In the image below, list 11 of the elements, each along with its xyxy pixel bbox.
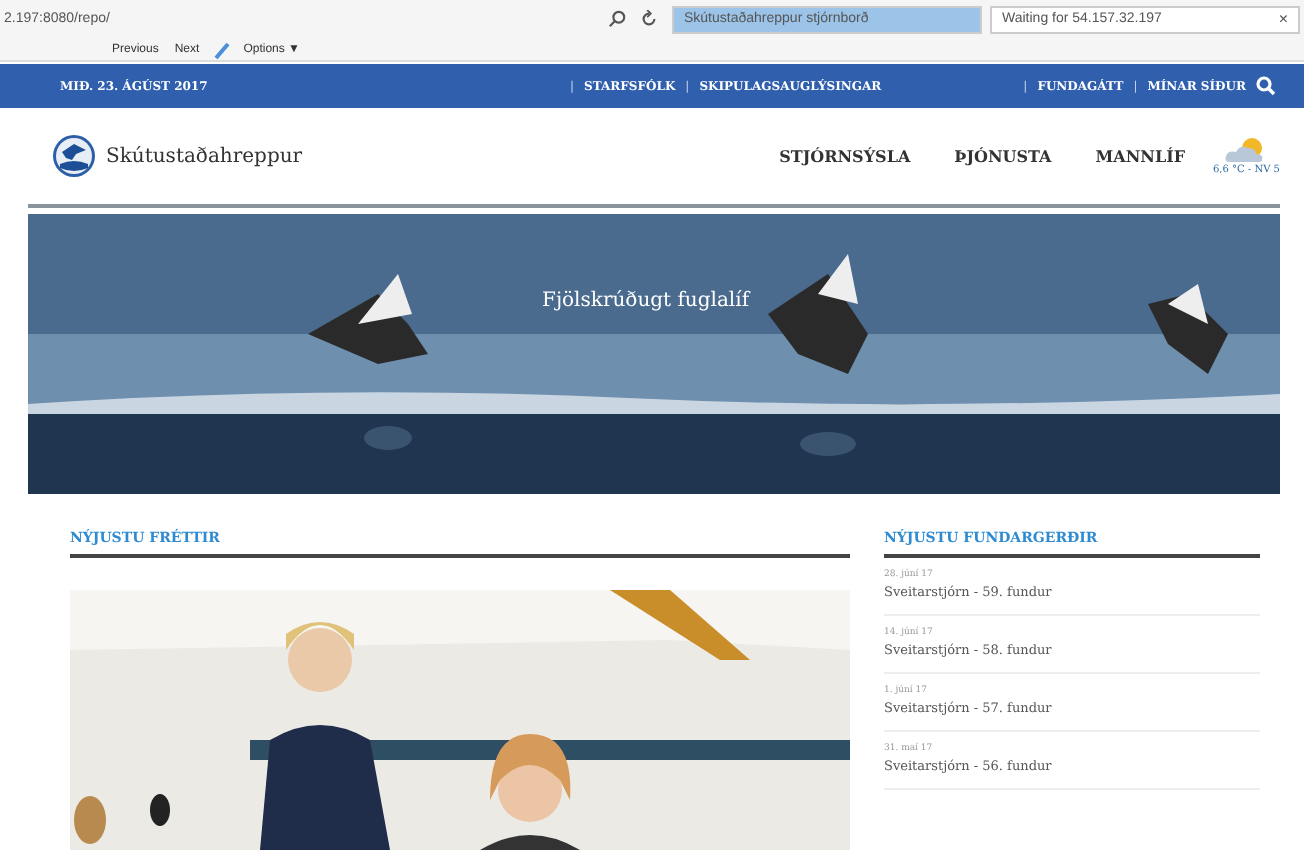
search-icon[interactable]: [1256, 76, 1276, 96]
refresh-icon[interactable]: [640, 10, 658, 28]
pen-icon: [211, 39, 232, 59]
close-tab-button[interactable]: ×: [1278, 10, 1288, 28]
nav-link[interactable]: ÞJÓNUSTA: [954, 146, 1052, 166]
search-icon[interactable]: [608, 10, 626, 28]
site-name[interactable]: Skútustaðahreppur: [106, 145, 303, 167]
hero-caption: Fjölskrúðugt fuglalíf: [542, 290, 750, 312]
emblem-icon[interactable]: [52, 134, 96, 178]
nav-link[interactable]: MANNLÍF: [1095, 146, 1185, 166]
nav-link[interactable]: STJÓRNSÝSLA: [779, 146, 911, 166]
